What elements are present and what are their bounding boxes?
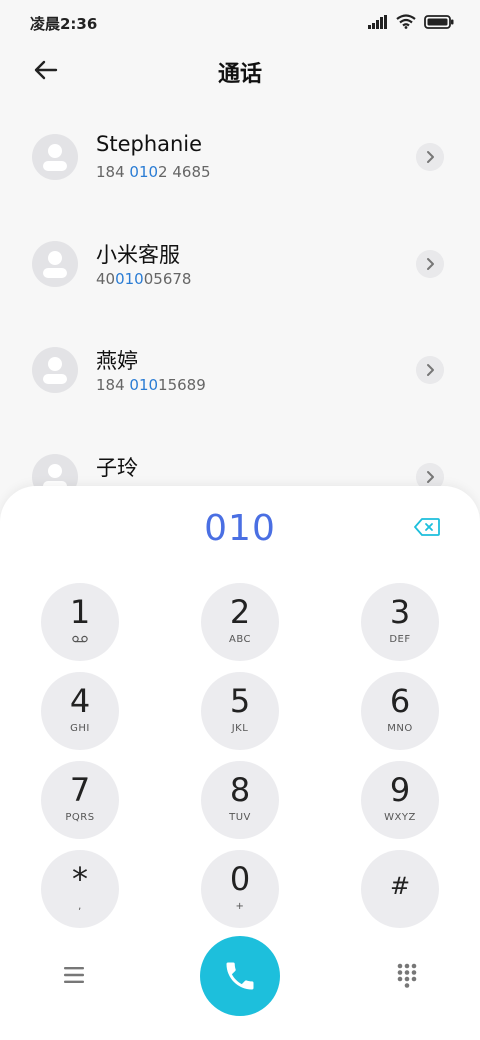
key-0[interactable]: 0 + (201, 850, 279, 928)
key-2[interactable]: 2 ABC (201, 583, 279, 661)
key-4[interactable]: 4 GHI (41, 672, 119, 750)
key-9[interactable]: 9 WXYZ (361, 761, 439, 839)
key-6[interactable]: 6 MNO (361, 672, 439, 750)
wifi-icon (396, 14, 416, 29)
key-3[interactable]: 3 DEF (361, 583, 439, 661)
backspace-icon[interactable] (414, 518, 440, 536)
dialer-sheet: 010 1 2 ABC 3 DEF 4 GHI 5 JKL 6 MNO 7 PQ… (0, 486, 480, 1040)
voicemail-icon (72, 635, 88, 643)
contact-item[interactable]: Stephanie 184 0102 4685 (0, 118, 480, 218)
header: 通话 (0, 44, 480, 96)
contact-item[interactable]: 燕婷 184 01015689 (0, 331, 480, 431)
menu-icon[interactable] (62, 966, 86, 984)
status-icons (368, 14, 454, 29)
chevron-right-icon[interactable] (416, 143, 444, 171)
avatar (32, 134, 78, 180)
chevron-right-icon[interactable] (416, 356, 444, 384)
battery-icon (424, 14, 454, 29)
avatar (32, 347, 78, 393)
chevron-right-icon[interactable] (416, 250, 444, 278)
dialed-number[interactable]: 010 (0, 508, 480, 549)
key-hash[interactable]: # (361, 850, 439, 928)
contact-name: 燕婷 (96, 349, 138, 373)
key-5[interactable]: 5 JKL (201, 672, 279, 750)
key-star[interactable]: * , (41, 850, 119, 928)
contact-name: 子玲 (96, 456, 138, 480)
contact-name: 小米客服 (96, 243, 180, 267)
key-1[interactable]: 1 (41, 583, 119, 661)
key-8[interactable]: 8 TUV (201, 761, 279, 839)
page-title: 通话 (217, 62, 262, 87)
contact-number: 4001005678 (96, 270, 192, 288)
contact-number: 184 0102 4685 (96, 163, 211, 181)
contact-name: Stephanie (96, 132, 203, 156)
dialpad-icon[interactable] (396, 962, 418, 988)
status-bar: 凌晨2:36 (0, 0, 480, 44)
key-7[interactable]: 7 PQRS (41, 761, 119, 839)
signal-icon (368, 14, 387, 29)
contact-item[interactable]: 小米客服 4001005678 (0, 225, 480, 325)
status-time: 凌晨2:36 (30, 15, 98, 33)
call-button[interactable] (200, 936, 280, 1016)
avatar (32, 241, 78, 287)
contact-number: 184 01015689 (96, 376, 206, 394)
phone-icon (226, 962, 254, 990)
